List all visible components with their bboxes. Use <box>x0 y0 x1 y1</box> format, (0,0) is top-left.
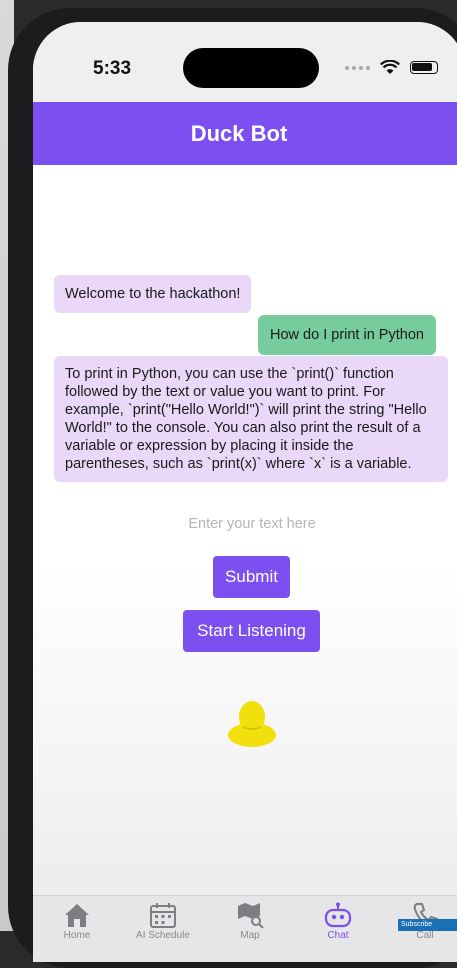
status-time: 5:33 <box>93 58 132 79</box>
map-icon <box>238 903 264 928</box>
phone-screen: 5:33 Duck Bot Welcome to the hackathon! … <box>33 22 457 962</box>
bot-message: To print in Python, you can use the `pri… <box>54 356 448 482</box>
app-header: Duck Bot <box>33 102 457 165</box>
tab-label: Call <box>416 930 434 941</box>
bot-message: Welcome to the hackathon! <box>54 275 252 313</box>
home-icon <box>65 904 89 927</box>
user-message: How do I print in Python <box>258 315 436 355</box>
wifi-icon <box>380 60 400 74</box>
tab-map[interactable]: Map <box>210 902 290 941</box>
battery-icon <box>410 61 438 74</box>
tab-bar: Home AI Schedule Map Chat Call <box>33 895 457 962</box>
tab-chat[interactable]: Chat <box>298 902 378 941</box>
tab-label: AI Schedule <box>136 930 190 941</box>
duck-icon <box>228 701 276 747</box>
dynamic-island <box>183 48 319 88</box>
robot-icon <box>324 902 352 928</box>
subscribe-badge[interactable]: Subscribe <box>398 919 457 931</box>
status-bar: 5:33 <box>33 22 457 102</box>
message-input[interactable] <box>113 516 391 532</box>
tab-label: Map <box>240 930 260 941</box>
tab-label: Home <box>63 930 91 941</box>
chat-area: Welcome to the hackathon! How do I print… <box>33 165 457 895</box>
tab-ai-schedule[interactable]: AI Schedule <box>123 902 203 941</box>
phone-frame: 5:33 Duck Bot Welcome to the hackathon! … <box>8 8 457 968</box>
start-listening-button[interactable]: Start Listening <box>183 610 320 652</box>
tab-home[interactable]: Home <box>37 902 117 941</box>
calendar-icon <box>150 903 176 928</box>
app-title: Duck Bot <box>190 120 288 146</box>
signal-icon <box>345 65 370 70</box>
tab-label: Chat <box>327 930 349 941</box>
submit-button[interactable]: Submit <box>213 556 290 598</box>
status-icons <box>345 60 438 75</box>
